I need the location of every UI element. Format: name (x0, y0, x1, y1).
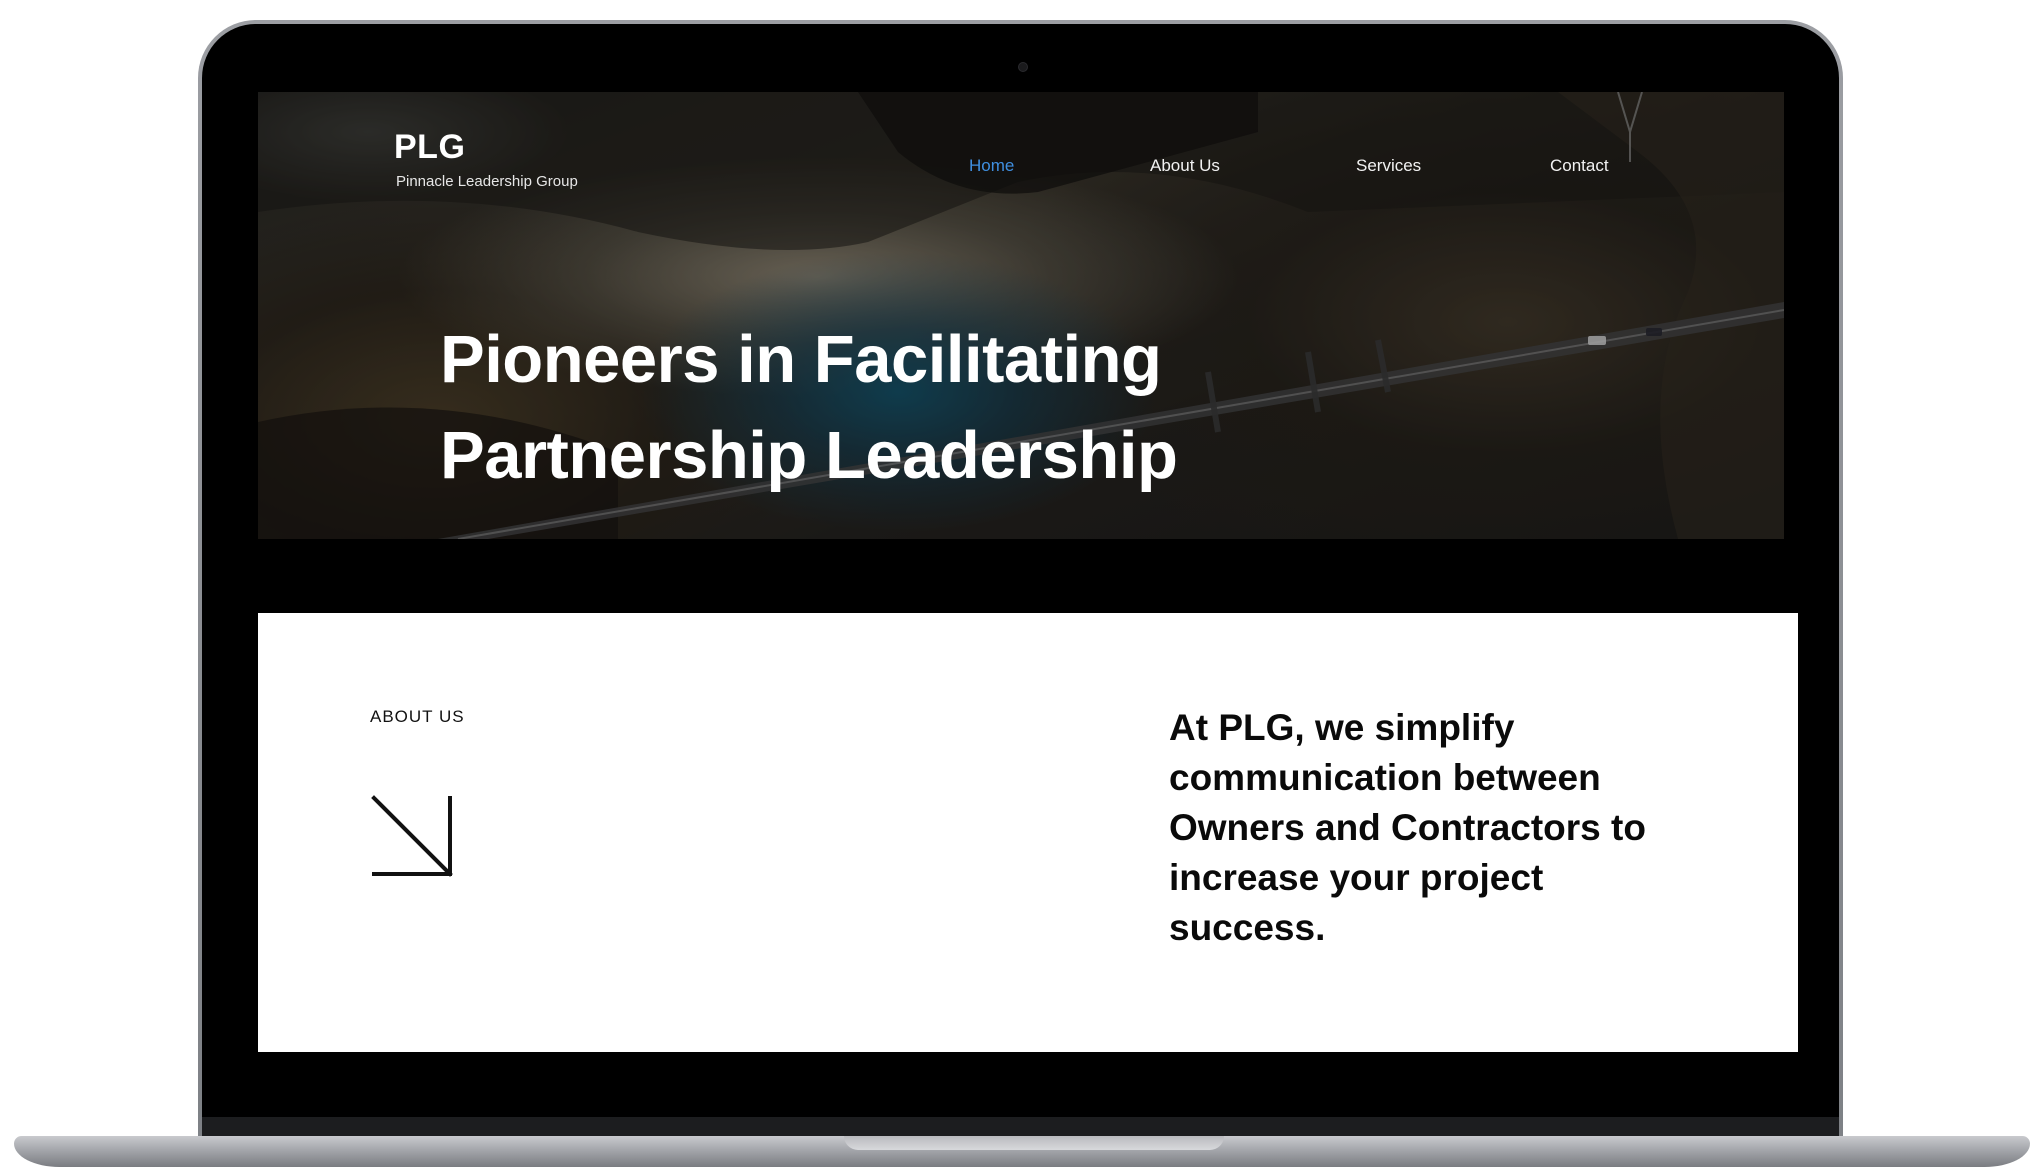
arrow-down-right-icon (371, 795, 453, 877)
hero-title-line-2: Partnership Leadership (440, 418, 1178, 493)
hero-title: Pioneers in Facilitating Partnership Lea… (440, 312, 1340, 504)
laptop-base (14, 1136, 2030, 1167)
website-screen: PLG Pinnacle Leadership Group Home About… (258, 92, 1798, 1054)
about-heading: ABOUT US (370, 707, 465, 726)
nav-item-home[interactable]: Home (969, 156, 1014, 176)
nav-item-about-us[interactable]: About Us (1150, 156, 1220, 176)
laptop-base-notch (844, 1136, 1224, 1150)
nav-item-services[interactable]: Services (1356, 156, 1421, 176)
hero-title-line-1: Pioneers in Facilitating (440, 322, 1162, 397)
hero-section: PLG Pinnacle Leadership Group Home About… (258, 92, 1784, 539)
about-section: ABOUT US At PLG, we simplify communicati… (258, 613, 1798, 1052)
about-description: At PLG, we simplify communication betwee… (1169, 707, 1646, 948)
main-nav: Home About Us Services Contact (258, 156, 1784, 178)
nav-item-contact[interactable]: Contact (1550, 156, 1609, 176)
camera-icon (1018, 62, 1028, 72)
